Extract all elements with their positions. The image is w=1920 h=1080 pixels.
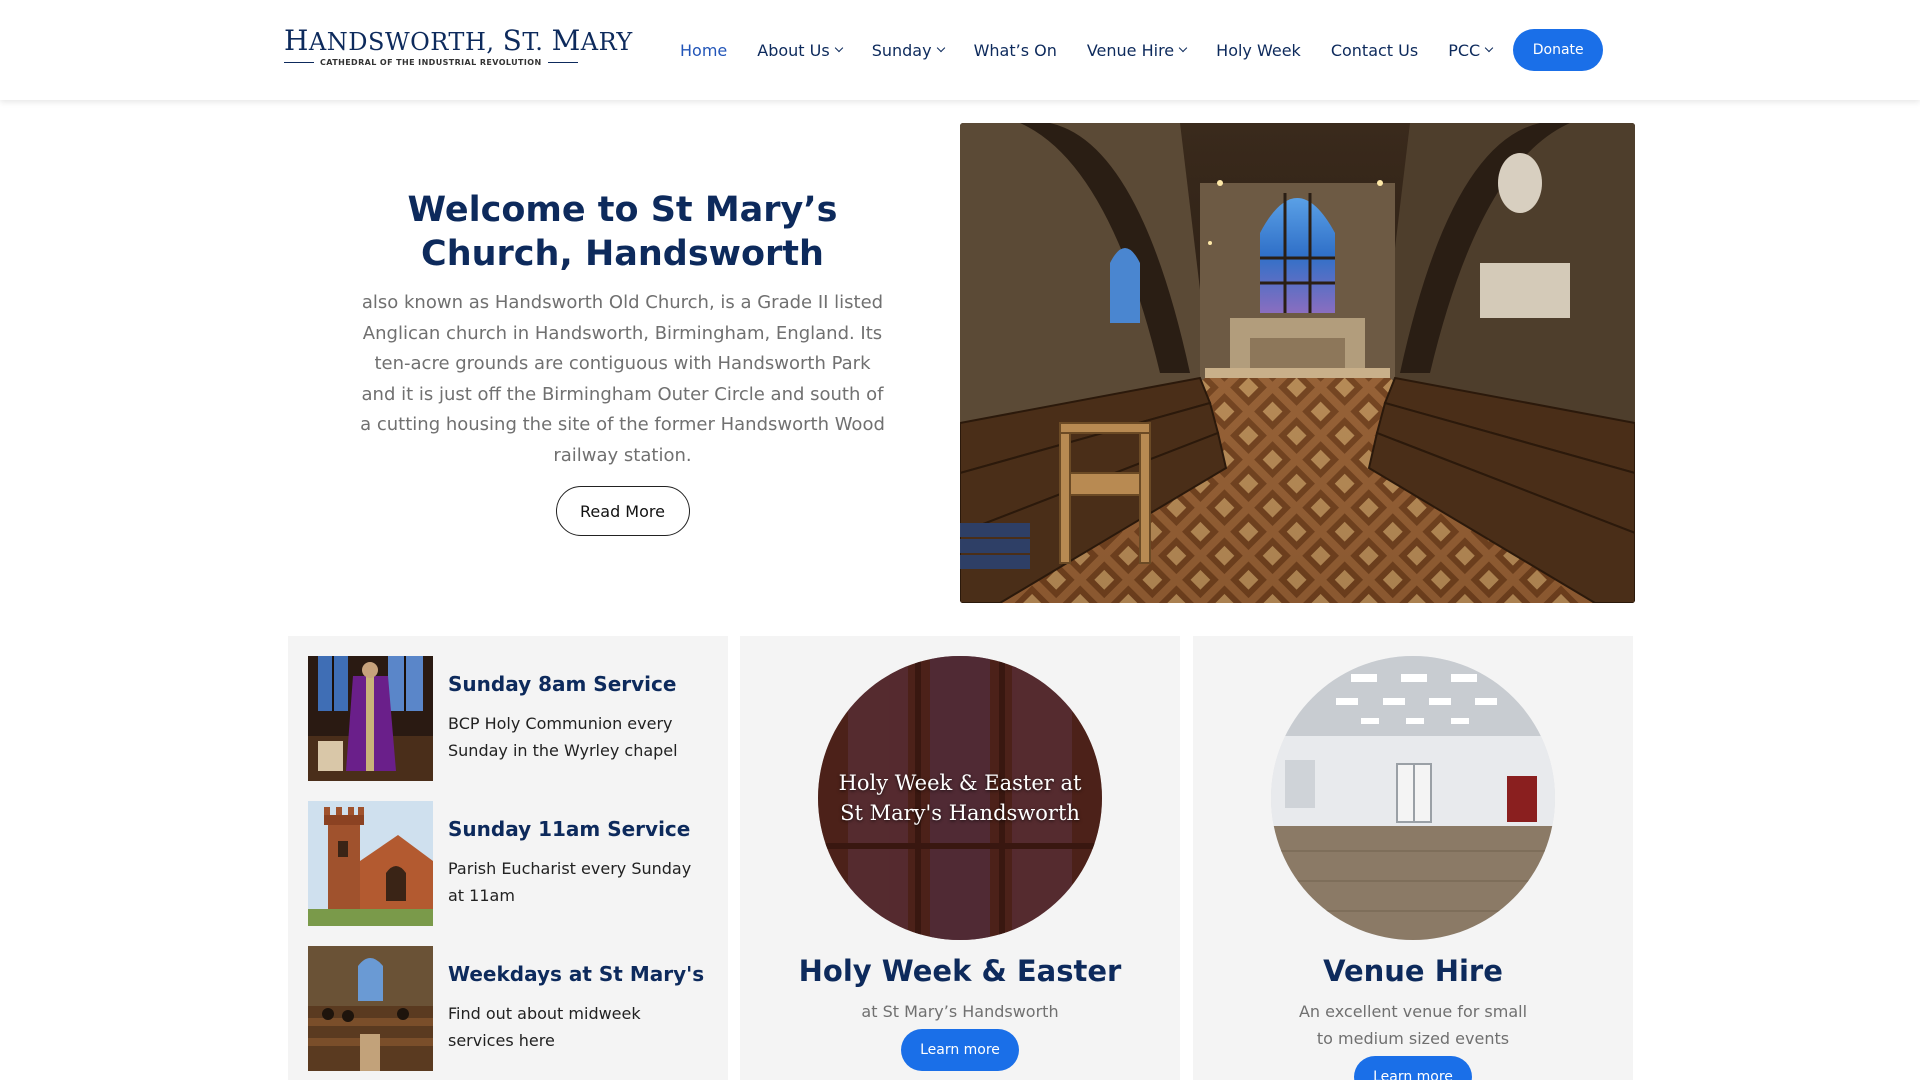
holy-week-image-caption: Holy Week & Easter at St Mary's Handswor… — [838, 771, 1082, 825]
venue-hire-learn-more-button[interactable]: Learn more — [1354, 1056, 1472, 1080]
sunday-8am-thumbnail — [308, 656, 433, 781]
chapel-vestment-illustration — [308, 656, 433, 781]
service-title: Sunday 8am Service — [448, 672, 677, 696]
holy-week-description: at St Mary’s Handsworth — [861, 1002, 1059, 1021]
service-title: Weekdays at St Mary's — [448, 962, 705, 986]
nav-item-about-us[interactable]: About Us — [742, 41, 856, 60]
church-exterior-illustration — [308, 801, 433, 926]
service-description: Parish Eucharist every Sunday at 11am — [448, 859, 692, 905]
nav-item-pcc[interactable]: PCC — [1433, 41, 1507, 60]
sunday-11am-thumbnail — [308, 801, 433, 926]
read-more-button[interactable]: Read More — [555, 486, 690, 536]
church-interior-image — [960, 123, 1635, 603]
logo-subtitle: CATHEDRAL OF THE INDUSTRIAL REVOLUTION — [320, 58, 542, 67]
venue-hire-title: Venue Hire — [1323, 954, 1503, 988]
site-header: HANDSWORTH, ST. MARY CATHEDRAL OF THE IN… — [0, 0, 1920, 100]
logo-title: HANDSWORTH, ST. MARY — [284, 24, 633, 57]
nav-item-venue-hire[interactable]: Venue Hire — [1072, 41, 1201, 60]
holy-week-learn-more-button[interactable]: Learn more — [901, 1029, 1019, 1071]
services-card: Sunday 8am Service BCP Holy Communion ev… — [288, 636, 728, 1080]
hall-interior-illustration — [1271, 656, 1555, 940]
service-item[interactable]: Weekdays at St Mary's Find out about mid… — [308, 946, 718, 1071]
logo-rule-right — [547, 62, 578, 63]
chevron-down-icon — [1484, 43, 1494, 53]
nav-item-whats-on[interactable]: What’s On — [959, 41, 1072, 60]
site-logo[interactable]: HANDSWORTH, ST. MARY CATHEDRAL OF THE IN… — [284, 24, 633, 72]
nav-item-contact-us[interactable]: Contact Us — [1316, 41, 1433, 60]
weekdays-thumbnail — [308, 946, 433, 1071]
service-description: BCP Holy Communion every Sunday in the W… — [448, 714, 678, 760]
service-title: Sunday 11am Service — [448, 817, 691, 841]
congregation-illustration — [308, 946, 433, 1071]
chevron-down-icon — [936, 43, 945, 53]
logo-rule-left — [284, 62, 314, 63]
chevron-down-icon — [1178, 43, 1188, 53]
nav-item-holy-week[interactable]: Holy Week — [1201, 41, 1316, 60]
chevron-down-icon — [834, 43, 843, 53]
venue-hire-description: An excellent venue for small to medium s… — [1298, 1002, 1528, 1048]
service-item[interactable]: Sunday 8am Service BCP Holy Communion ev… — [308, 656, 718, 781]
nav-item-home[interactable]: Home — [665, 41, 742, 60]
donate-button[interactable]: Donate — [1513, 29, 1604, 71]
nav-item-sunday[interactable]: Sunday — [857, 41, 959, 60]
page-title: Welcome to St Mary’s Church, Handsworth — [407, 190, 838, 274]
hero-section: Welcome to St Mary’s Church, Handsworth … — [355, 188, 890, 536]
main-nav: Home About Us Sunday What’s On Venue Hir… — [665, 28, 1604, 72]
holy-week-image[interactable]: Holy Week & Easter at St Mary's Handswor… — [818, 656, 1102, 940]
venue-hire-card: Venue Hire An excellent venue for small … — [1193, 636, 1633, 1080]
holy-week-title: Holy Week & Easter — [798, 954, 1122, 988]
church-interior-illustration — [960, 123, 1635, 603]
service-item[interactable]: Sunday 11am Service Parish Eucharist eve… — [308, 801, 718, 926]
logo-subtitle-row: CATHEDRAL OF THE INDUSTRIAL REVOLUTION — [284, 58, 584, 67]
service-description: Find out about midweek services here — [448, 1004, 641, 1050]
venue-hire-image[interactable] — [1271, 656, 1555, 940]
hero-description: also known as Handsworth Old Church, is … — [360, 292, 885, 466]
holy-week-card: Holy Week & Easter at St Mary's Handswor… — [740, 636, 1180, 1080]
